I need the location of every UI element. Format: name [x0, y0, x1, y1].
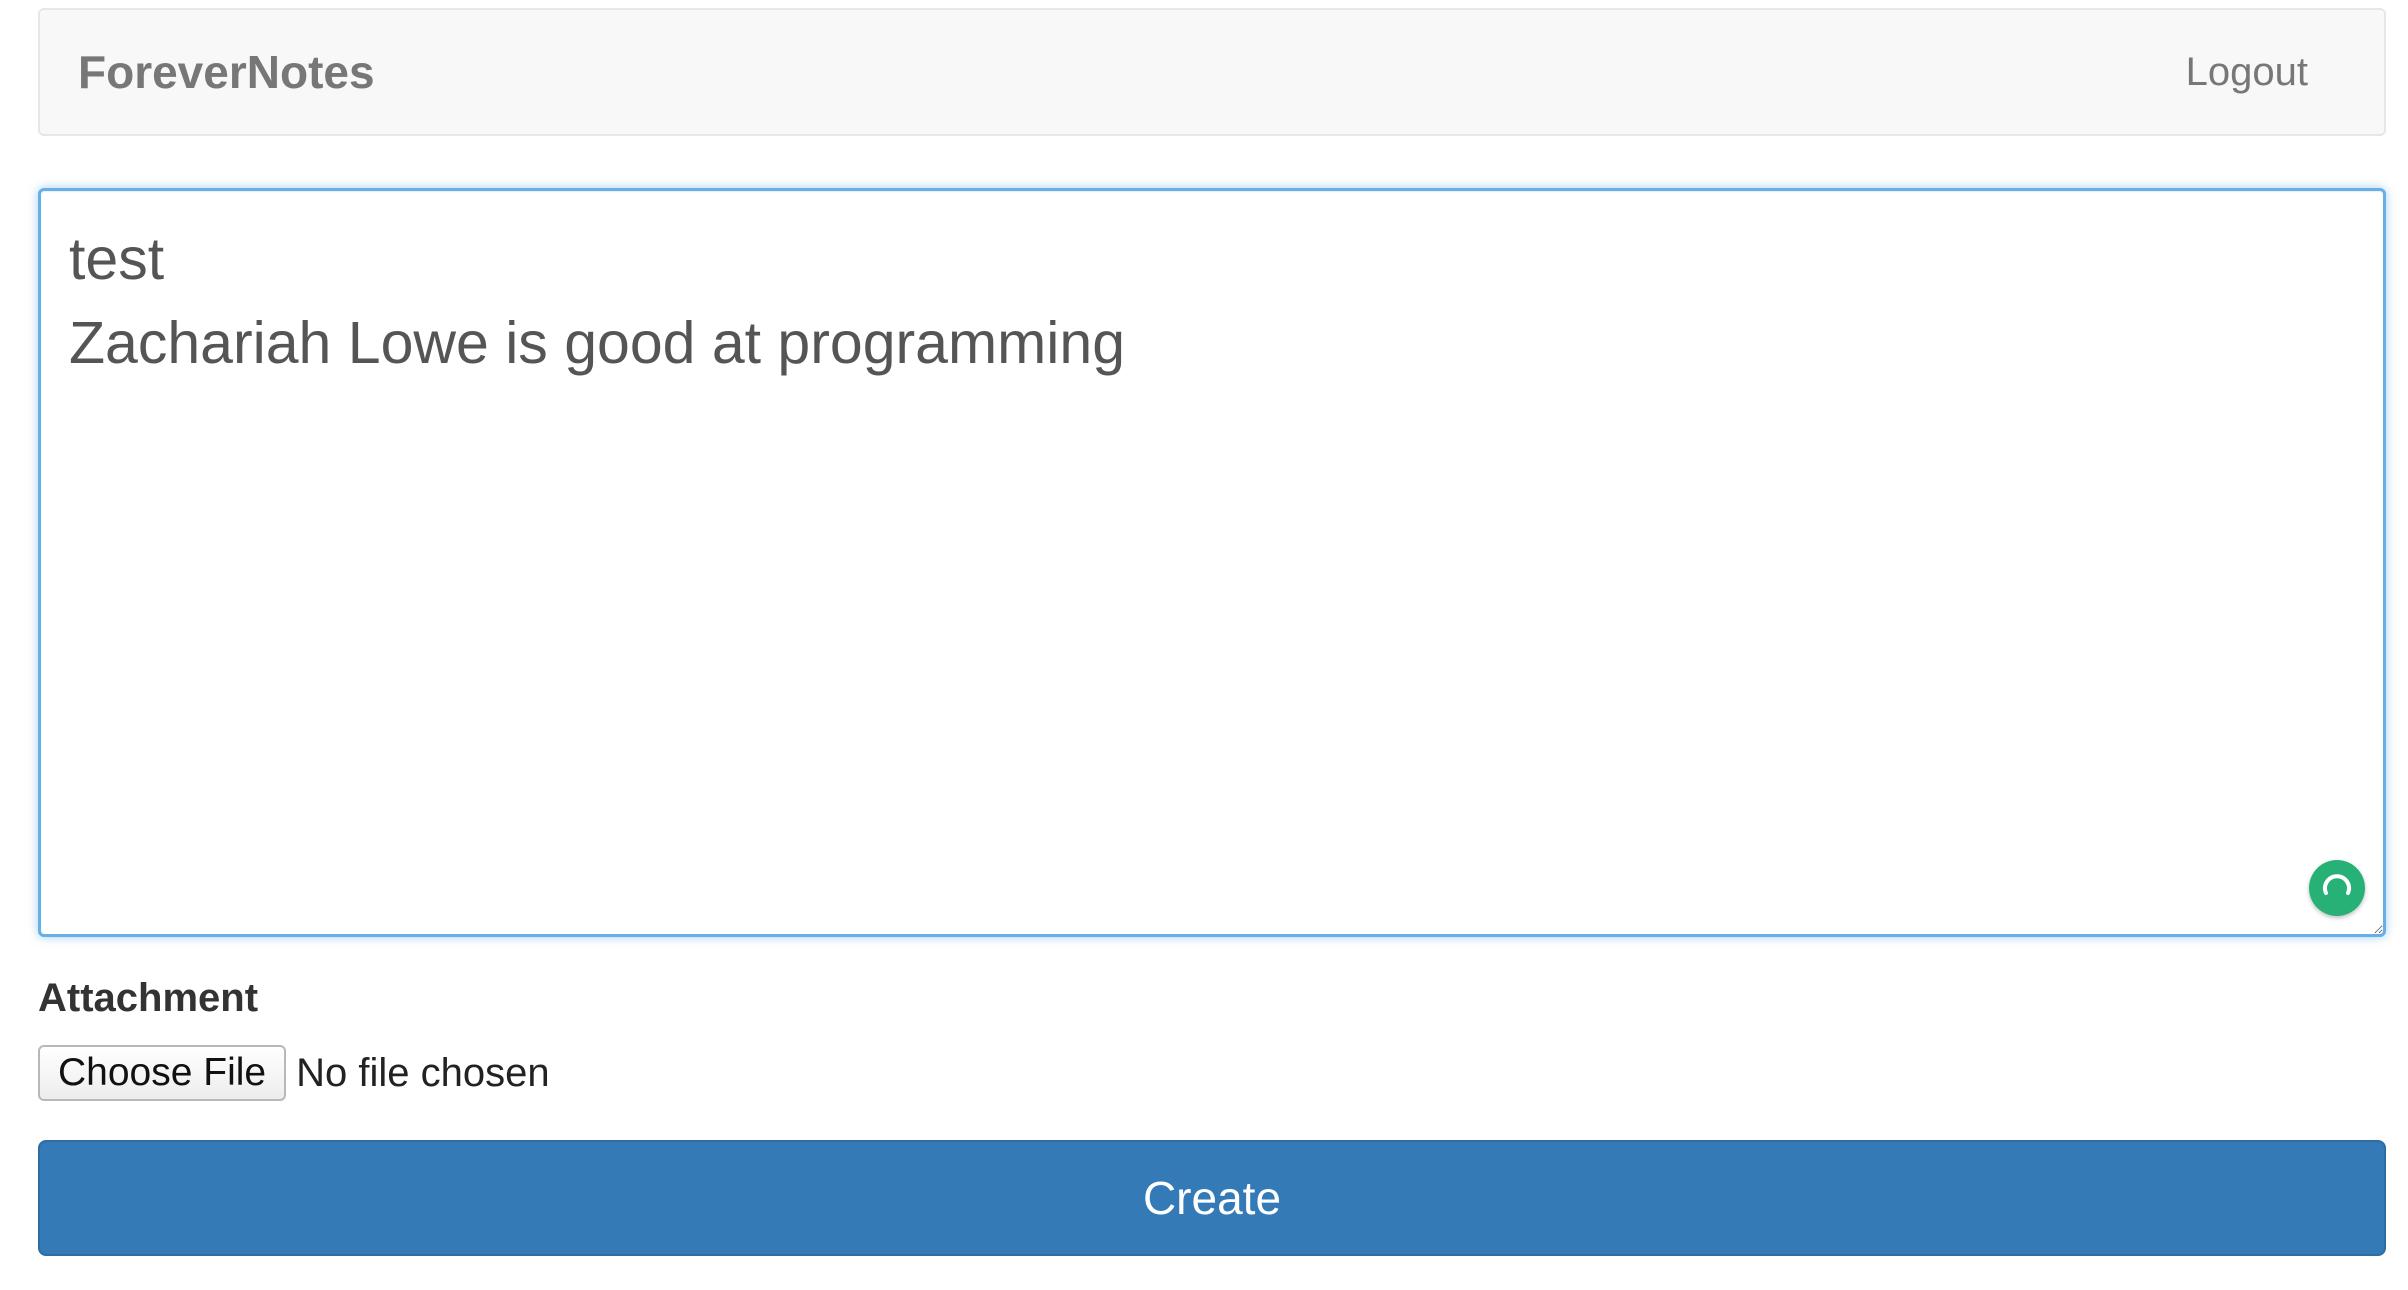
create-button[interactable]: Create	[38, 1140, 2386, 1256]
file-status-text: No file chosen	[296, 1050, 550, 1095]
navbar: ForeverNotes Logout	[38, 8, 2386, 136]
file-input: Choose File No file chosen	[38, 1045, 550, 1101]
grammar-assistant-icon[interactable]	[2309, 860, 2365, 916]
note-textarea[interactable]: test Zachariah Lowe is good at programmi…	[38, 188, 2386, 937]
choose-file-button[interactable]: Choose File	[38, 1045, 287, 1101]
logout-link[interactable]: Logout	[2186, 10, 2308, 134]
attachment-label: Attachment	[38, 976, 259, 1020]
brand-link[interactable]: ForeverNotes	[78, 10, 375, 134]
